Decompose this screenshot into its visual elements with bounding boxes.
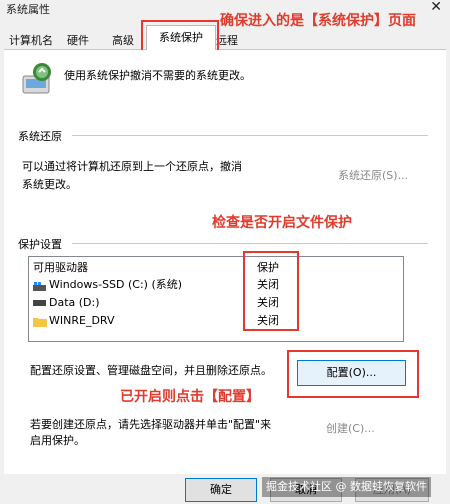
- highlight-tab-box: [141, 20, 219, 54]
- annotation-bottom: 已开启则点击【配置】: [120, 389, 260, 405]
- watermark: 掘金技术社区 @ 数据蛙恢复软件: [262, 477, 431, 497]
- annotation-middle: 检查是否开启文件保护: [212, 215, 352, 231]
- protection-heading: 保护设置: [18, 238, 62, 251]
- window-title: 系统属性: [6, 3, 50, 16]
- drive-row-winre[interactable]: WINRE_DRV 关闭: [29, 312, 403, 330]
- create-text-line2: 启用保护。: [30, 434, 85, 447]
- drive-list[interactable]: 可用驱动器 保护 Windows-SSD (C:) (系统) 关闭 Data (…: [28, 256, 404, 342]
- create-button[interactable]: 创建(C)...: [326, 420, 375, 436]
- windows-drive-icon: [33, 280, 46, 291]
- system-restore-button[interactable]: 系统还原(S)...: [338, 167, 408, 183]
- restore-desc-line2: 系统更改。: [22, 178, 77, 191]
- tab-hardware[interactable]: 硬件: [67, 32, 89, 48]
- tab-computer-name[interactable]: 计算机名: [9, 32, 53, 48]
- folder-icon: [33, 315, 47, 327]
- drive-icon: [33, 300, 46, 306]
- restore-heading: 系统还原: [18, 130, 62, 143]
- tab-remote[interactable]: 远程: [216, 32, 238, 48]
- tab-advanced[interactable]: 高级: [112, 32, 134, 48]
- intro-text: 使用系统保护撤消不需要的系统更改。: [64, 69, 251, 82]
- configure-button[interactable]: 配置(O)...: [297, 360, 406, 386]
- close-icon[interactable]: ✕: [430, 0, 442, 15]
- drive-row-c[interactable]: Windows-SSD (C:) (系统) 关闭: [29, 276, 403, 294]
- restore-desc-line1: 可以通过将计算机还原到上一个还原点，撤消: [22, 160, 242, 173]
- configure-text: 配置还原设置、管理磁盘空间，并且删除还原点。: [30, 364, 272, 377]
- drive-name: Windows-SSD (C:) (系统): [49, 278, 183, 291]
- col-drive-header: 可用驱动器: [33, 261, 88, 274]
- system-protection-icon: [20, 60, 56, 96]
- highlight-status-box: [243, 251, 299, 331]
- drive-list-header: 可用驱动器 保护: [29, 259, 403, 277]
- drive-row-d[interactable]: Data (D:) 关闭: [29, 294, 403, 312]
- protection-divider: [72, 243, 428, 244]
- drive-name: WINRE_DRV: [49, 314, 115, 327]
- ok-button[interactable]: 确定: [185, 478, 257, 502]
- create-text-line1: 若要创建还原点，请先选择驱动器并单击"配置"来: [30, 418, 272, 431]
- restore-divider: [72, 135, 428, 136]
- drive-name: Data (D:): [49, 296, 100, 309]
- annotation-top: 确保进入的是【系统保护】页面: [220, 13, 416, 29]
